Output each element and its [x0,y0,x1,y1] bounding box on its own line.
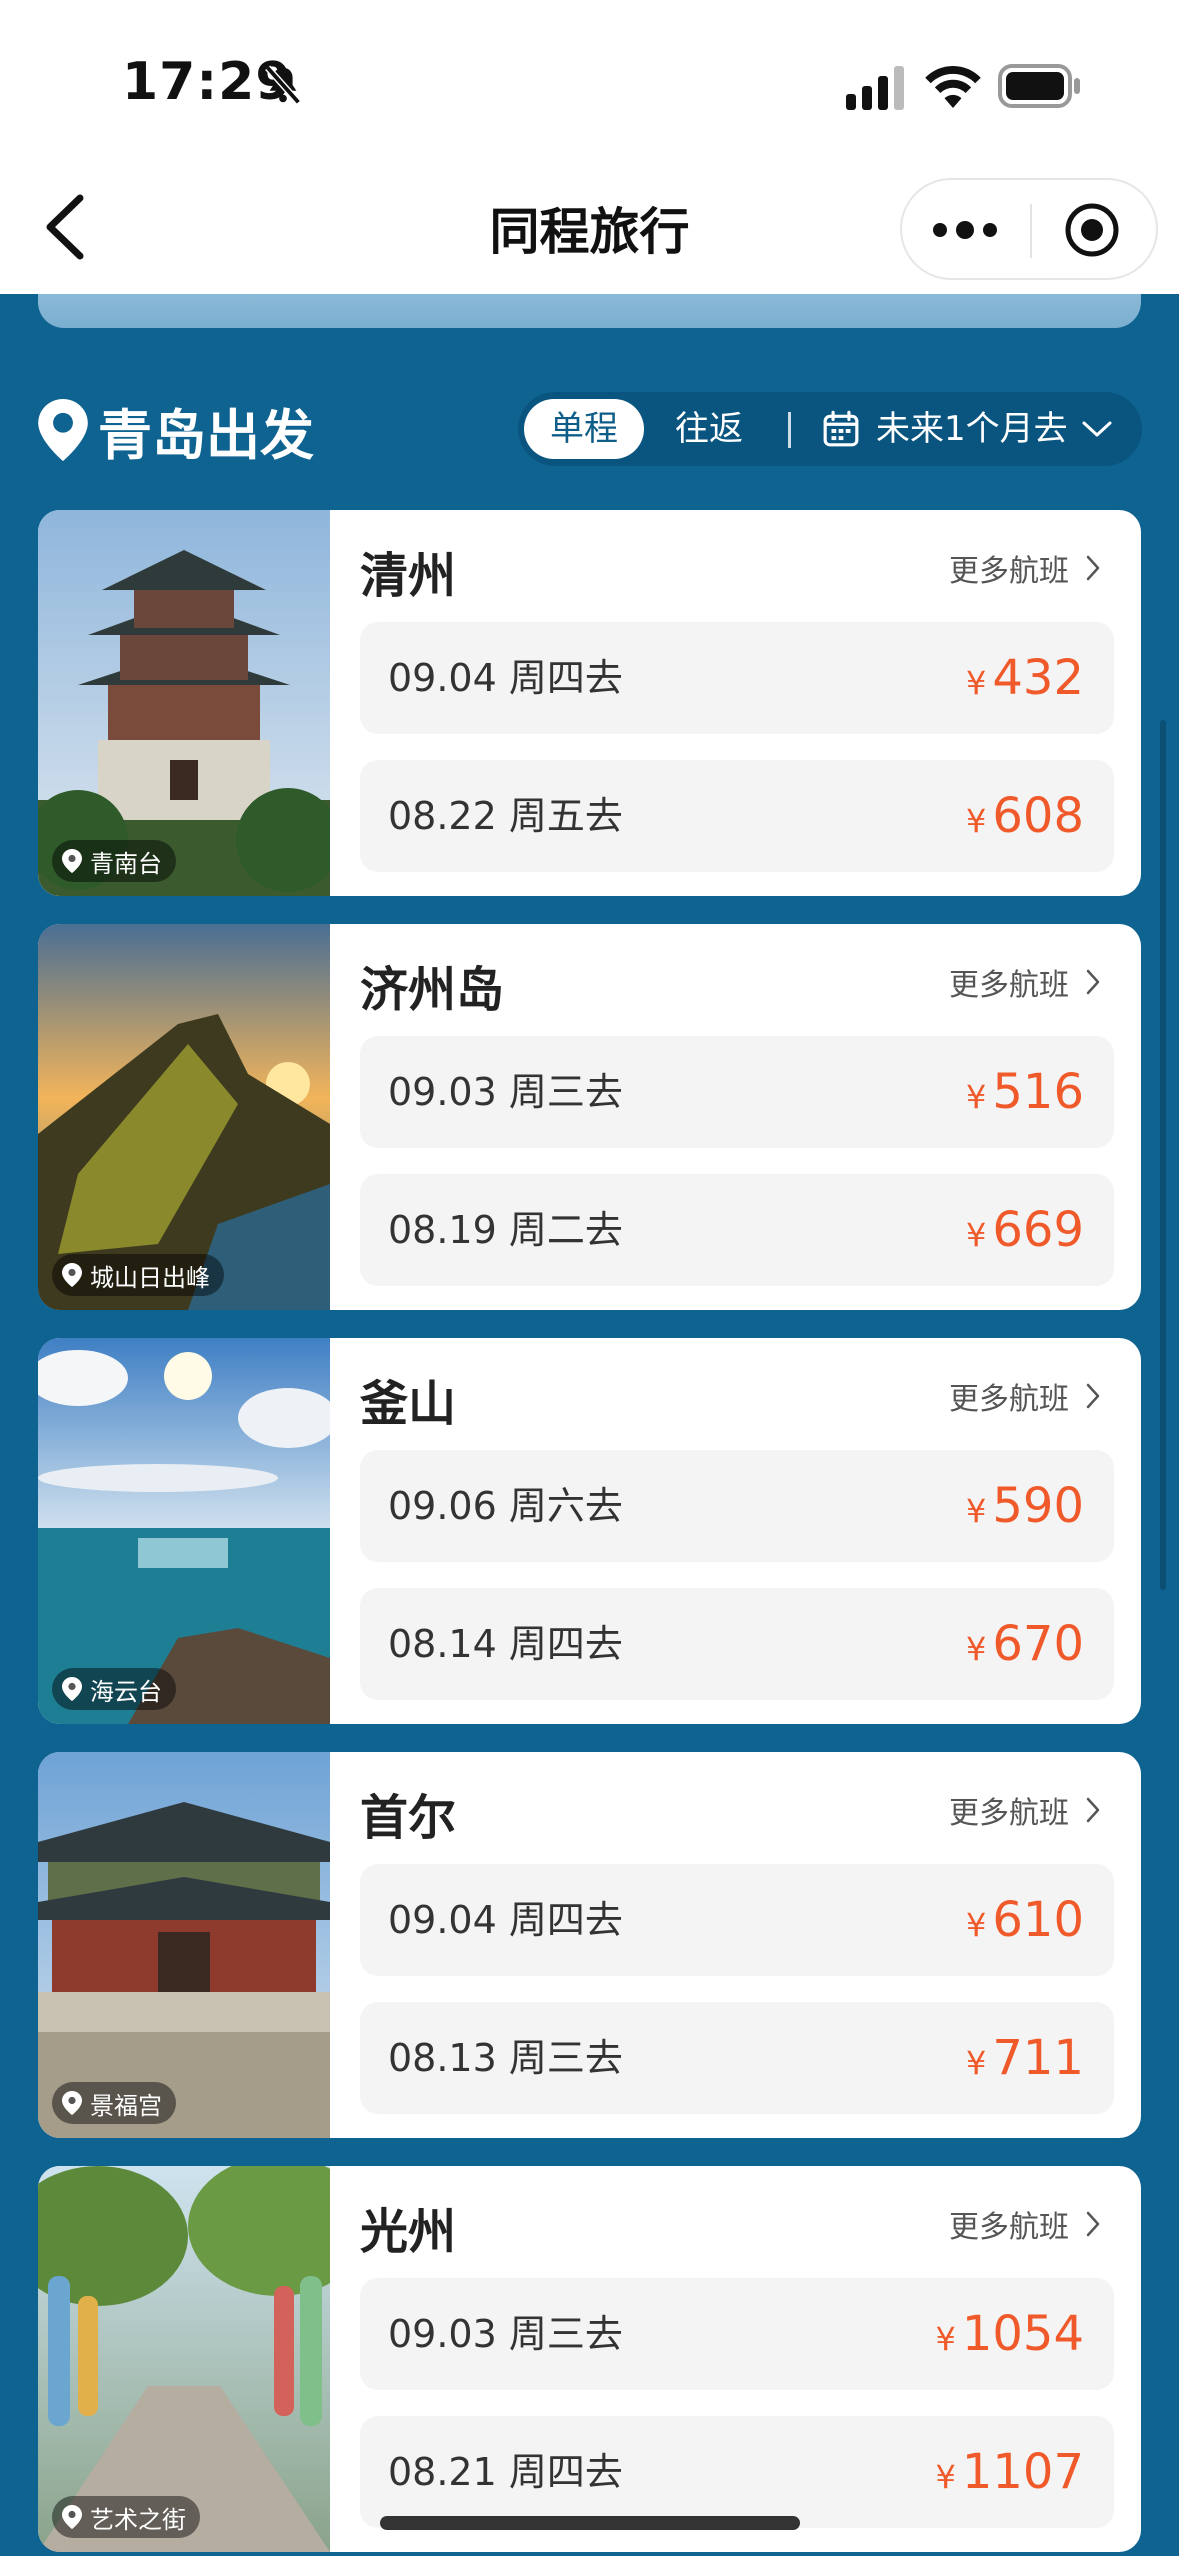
more-flights-link[interactable]: 更多航班 [949,1788,1103,1832]
landmark-label: 艺术之街 [90,2505,186,2534]
calendar-icon[interactable] [822,410,860,448]
flight-price: ¥516 [966,1064,1084,1120]
chevron-right-icon [1086,555,1100,581]
destination-city: 光州 [360,2204,457,2260]
flight-date: 09.04 周四去 [388,1898,623,1942]
location-pin-icon [62,1263,82,1287]
more-flights-label: 更多航班 [949,1796,1069,1831]
date-range-select[interactable]: 未来1个月去 [876,399,1068,459]
battery-icon [998,64,1080,108]
more-flights-link[interactable]: 更多航班 [949,546,1103,590]
more-flights-label: 更多航班 [949,554,1069,589]
landmark-label: 海云台 [90,1677,162,1706]
landmark-tag: 城山日出峰 [52,1254,224,1296]
location-pin-icon [62,1677,82,1701]
scrollbar-thumb[interactable] [1160,720,1166,1590]
signal-icon [846,66,904,110]
capsule-divider [1030,204,1032,258]
landmark-label: 城山日出峰 [90,1263,210,1292]
flight-option[interactable]: 08.22 周五去 ¥608 [360,760,1114,872]
flight-price: ¥670 [966,1616,1084,1672]
mini-program-capsule [900,178,1158,280]
destination-photo: 艺术之街 [38,2166,330,2552]
landmark-label: 景福宫 [90,2091,162,2120]
flight-date: 08.19 周二去 [388,1208,623,1252]
flight-price: ¥711 [966,2030,1084,2086]
tab-round-trip[interactable]: 往返 [664,399,754,459]
landmark-tag: 景福宫 [52,2082,176,2124]
flight-option[interactable]: 08.21 周四去 ¥1107 [360,2416,1114,2528]
flight-date: 09.03 周三去 [388,1070,623,1114]
flight-price: ¥1054 [935,2306,1084,2362]
destination-city: 清州 [360,548,457,604]
flight-date: 08.14 周四去 [388,1622,623,1666]
filter-toolbar: 单程 往返 未来1个月去 [518,392,1142,466]
landmark-tag: 青南台 [52,840,176,882]
more-flights-link[interactable]: 更多航班 [949,2202,1103,2246]
destination-city: 釜山 [360,1376,457,1432]
flight-price: ¥590 [966,1478,1084,1534]
more-flights-link[interactable]: 更多航班 [949,960,1103,1004]
toolbar-divider [788,412,791,448]
destination-card[interactable]: 艺术之街 光州 更多航班 09.03 周三去 ¥1054 08.21 周四去 ¥… [38,2166,1141,2552]
destination-card[interactable]: 城山日出峰 济州岛 更多航班 09.03 周三去 ¥516 08.19 周二去 … [38,924,1141,1310]
flight-option[interactable]: 08.14 周四去 ¥670 [360,1588,1114,1700]
more-flights-label: 更多航班 [949,1382,1069,1417]
flight-date: 09.04 周四去 [388,656,623,700]
flight-price: ¥610 [966,1892,1084,1948]
home-indicator[interactable] [380,2516,800,2530]
destination-card[interactable]: 青南台 清州 更多航班 09.04 周四去 ¥432 08.22 周五去 ¥60… [38,510,1141,896]
destination-city: 济州岛 [360,962,505,1018]
destination-card[interactable]: 景福宫 首尔 更多航班 09.04 周四去 ¥610 08.13 周三去 ¥71… [38,1752,1141,2138]
chevron-down-icon[interactable] [1080,416,1114,442]
tab-one-way[interactable]: 单程 [524,399,644,459]
chevron-right-icon [1086,969,1100,995]
location-pin-icon [38,399,88,461]
landmark-tag: 艺术之街 [52,2496,200,2538]
location-pin-icon [62,2091,82,2115]
flight-option[interactable]: 09.06 周六去 ¥590 [360,1450,1114,1562]
more-flights-link[interactable]: 更多航班 [949,1374,1103,1418]
destination-photo: 城山日出峰 [38,924,330,1310]
more-flights-label: 更多航班 [949,968,1069,1003]
flight-date: 08.21 周四去 [388,2450,623,2494]
bell-slash-icon [265,65,301,105]
flight-price: ¥608 [966,788,1084,844]
more-icon[interactable] [930,214,1000,246]
flight-price: ¥432 [966,650,1084,706]
destination-photo: 景福宫 [38,1752,330,2138]
flight-date: 09.03 周三去 [388,2312,623,2356]
chevron-right-icon [1086,2211,1100,2237]
flight-date: 08.13 周三去 [388,2036,623,2080]
wifi-icon [925,65,981,108]
flight-option[interactable]: 08.13 周三去 ¥711 [360,2002,1114,2114]
landmark-label: 青南台 [90,849,162,878]
flight-date: 08.22 周五去 [388,794,623,838]
close-target-icon[interactable] [1064,202,1120,258]
flight-option[interactable]: 09.03 周三去 ¥1054 [360,2278,1114,2390]
chevron-right-icon [1086,1383,1100,1409]
flight-option[interactable]: 09.03 周三去 ¥516 [360,1036,1114,1148]
destination-city: 首尔 [360,1790,457,1846]
more-flights-label: 更多航班 [949,2210,1069,2245]
chevron-right-icon [1086,1797,1100,1823]
destination-card[interactable]: 海云台 釜山 更多航班 09.06 周六去 ¥590 08.14 周四去 ¥67… [38,1338,1141,1724]
flight-option[interactable]: 09.04 周四去 ¥610 [360,1864,1114,1976]
flight-option[interactable]: 09.04 周四去 ¥432 [360,622,1114,734]
origin-label: 青岛出发 [98,403,314,467]
location-pin-icon [62,2505,82,2529]
location-pin-icon [62,849,82,873]
flight-date: 09.06 周六去 [388,1484,623,1528]
top-bar: 17:29 同程旅行 [0,0,1179,294]
destination-photo: 青南台 [38,510,330,896]
flight-price: ¥1107 [935,2444,1084,2500]
landmark-tag: 海云台 [52,1668,176,1710]
origin-city[interactable]: 青岛出发 [38,398,314,467]
destination-photo: 海云台 [38,1338,330,1724]
flight-option[interactable]: 08.19 周二去 ¥669 [360,1174,1114,1286]
flight-price: ¥669 [966,1202,1084,1258]
